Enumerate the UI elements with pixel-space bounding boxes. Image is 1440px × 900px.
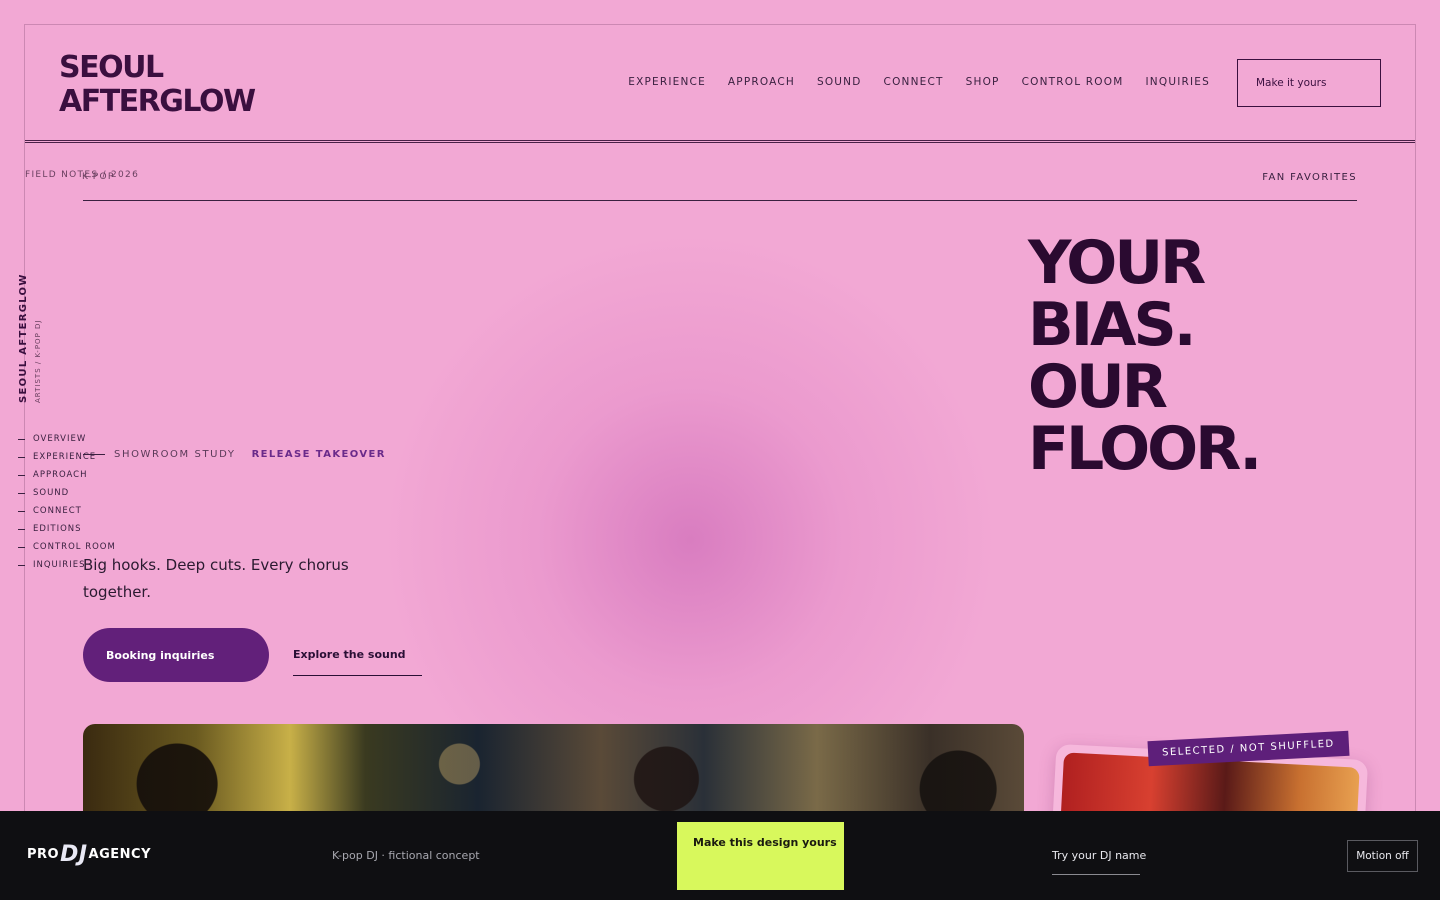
headline-line-4: FLOOR. (1028, 414, 1262, 484)
motion-toggle[interactable]: Motion off (1347, 840, 1418, 872)
booking-inquiries-button[interactable]: Booking inquiries (83, 628, 269, 682)
headline-line-2: BIAS. (1028, 290, 1197, 360)
side-nav-label: CONTROL ROOM (33, 542, 116, 552)
side-nav-overview[interactable]: OVERVIEW (18, 430, 116, 448)
logo-mid: DJ (60, 842, 88, 867)
dj-name-input[interactable]: Try your DJ name (1052, 849, 1146, 875)
bottom-bar: PRO DJ AGENCY K-pop DJ · fictional conce… (0, 811, 1440, 900)
main-nav: EXPERIENCE APPROACH SOUND CONNECT SHOP C… (606, 76, 1210, 88)
dash-icon (18, 438, 25, 440)
photo-overlay (83, 724, 1024, 824)
logo-pre: PRO (27, 847, 60, 862)
headline-line-1: YOUR (1028, 228, 1206, 298)
dash-icon (18, 456, 25, 458)
nav-shop[interactable]: SHOP (966, 76, 1000, 88)
nav-connect[interactable]: CONNECT (884, 76, 944, 88)
side-nav-label: OVERVIEW (33, 434, 87, 444)
site-logo[interactable]: SEOUL AFTERGLOW (59, 50, 256, 119)
side-nav-connect[interactable]: CONNECT (18, 502, 116, 520)
tag-line (83, 454, 105, 455)
side-nav-label: SOUND (33, 488, 70, 498)
dash-icon (18, 474, 25, 476)
side-nav-label: INQUIRIES (33, 560, 86, 570)
party-photo (83, 724, 1024, 824)
explore-sound-link[interactable]: Explore the sound (293, 648, 422, 676)
site-header: SEOUL AFTERGLOW EXPERIENCE APPROACH SOUN… (25, 25, 1415, 143)
headline-line-3: OUR (1028, 352, 1168, 422)
side-nav-label: APPROACH (33, 470, 88, 480)
nav-approach[interactable]: APPROACH (728, 76, 795, 88)
side-subtitle: ARTISTS / K-POP DJ (34, 319, 42, 403)
logo-line-1: SEOUL (59, 50, 164, 85)
dash-icon (18, 528, 25, 530)
nav-control-room[interactable]: CONTROL ROOM (1022, 76, 1124, 88)
section-divider (83, 200, 1357, 201)
make-this-design-yours-button[interactable]: Make this design yours (677, 822, 844, 890)
release-takeover-tag: RELEASE TAKEOVER (251, 449, 386, 460)
dash-icon (18, 564, 25, 566)
dash-icon (18, 546, 25, 548)
nav-experience[interactable]: EXPERIENCE (628, 76, 706, 88)
dash-icon (18, 492, 25, 494)
concept-label: K-pop DJ · fictional concept (332, 849, 480, 862)
hero-lede: Big hooks. Deep cuts. Every chorus toget… (83, 556, 349, 601)
hero-tags: SHOWROOM STUDY RELEASE TAKEOVER (83, 449, 386, 460)
hero-headline: YOUR BIAS. OUR FLOOR. (1028, 228, 1262, 484)
side-nav-label: CONNECT (33, 506, 82, 516)
side-brand: SEOUL AFTERGLOW (18, 273, 29, 403)
side-nav-editions[interactable]: EDITIONS (18, 520, 116, 538)
nav-inquiries[interactable]: INQUIRIES (1146, 76, 1211, 88)
dash-icon (18, 510, 25, 512)
side-nav-approach[interactable]: APPROACH (18, 466, 116, 484)
nav-sound[interactable]: SOUND (817, 76, 862, 88)
showroom-study-tag: SHOWROOM STUDY (114, 449, 236, 460)
logo-post: AGENCY (88, 847, 151, 862)
fan-favorites-label: FAN FAVORITES (1262, 172, 1357, 183)
genre-label: K-POP (82, 172, 115, 182)
logo-line-2: AFTERGLOW (59, 84, 256, 119)
prodj-agency-logo[interactable]: PRO DJ AGENCY (27, 842, 151, 867)
side-nav-label: EDITIONS (33, 524, 82, 534)
make-it-yours-button[interactable]: Make it yours (1237, 59, 1381, 107)
side-nav-sound[interactable]: SOUND (18, 484, 116, 502)
